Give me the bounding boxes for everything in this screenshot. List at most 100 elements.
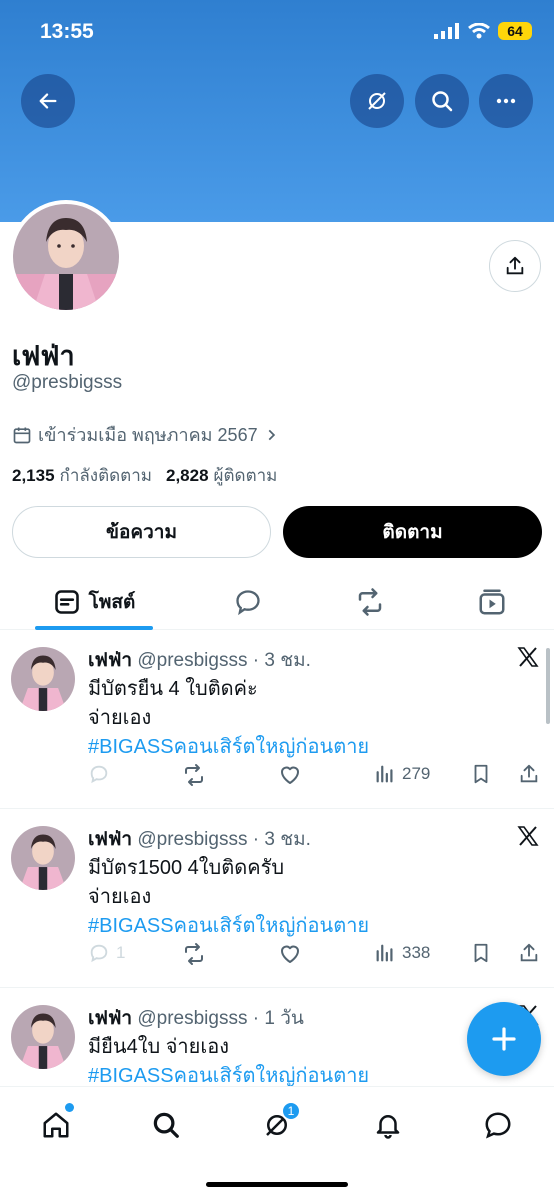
follow-stats: 2,135 กำลังติดตาม 2,828 ผู้ติดตาม	[12, 462, 277, 489]
views-button[interactable]: 338	[374, 942, 430, 964]
home-icon	[43, 1112, 69, 1138]
reply-button[interactable]	[88, 763, 116, 785]
like-button[interactable]	[278, 763, 302, 787]
active-tab-indicator	[35, 626, 153, 630]
status-icons: 64	[434, 22, 532, 40]
share-profile-button[interactable]	[489, 240, 541, 292]
bell-icon	[376, 1115, 400, 1139]
search-button[interactable]	[415, 74, 469, 128]
post-avatar[interactable]	[11, 826, 75, 890]
joined-date-text: เข้าร่วมเมือ พฤษภาคม 2567	[38, 425, 258, 445]
post-text-line: มียืน4ใบ จ่ายเอง	[88, 1036, 229, 1058]
reply-icon	[90, 944, 108, 963]
post-author-name[interactable]: เฟฟ่า	[88, 1008, 132, 1029]
home-notification-dot	[65, 1103, 74, 1112]
back-arrow-icon	[39, 93, 57, 109]
tab-posts-label: โพสต์	[88, 592, 136, 613]
repost-button[interactable]	[182, 763, 206, 787]
nav-messages[interactable]	[478, 1105, 518, 1145]
post-item[interactable]: เฟฟ่า @presbigsss · 3 ชม. มีบัตรยืน 4 ใบ…	[0, 631, 554, 809]
reply-count: 1	[116, 943, 126, 962]
following-link[interactable]: 2,135 กำลังติดตาม	[12, 462, 152, 489]
nav-home[interactable]	[36, 1103, 76, 1145]
tab-media[interactable]	[472, 574, 512, 630]
post-avatar[interactable]	[11, 647, 75, 711]
like-button[interactable]	[278, 942, 302, 966]
followers-count: 2,828	[165, 466, 209, 485]
post-item[interactable]: เฟฟ่า @presbigsss · 3 ชม. มีบัตร1500 4ใบ…	[0, 810, 554, 988]
x-logo-icon	[517, 647, 539, 667]
bookmark-icon	[474, 764, 488, 784]
more-icon	[496, 98, 516, 104]
following-count: 2,135	[12, 466, 55, 485]
post-text: มียืน4ใบ จ่ายเอง #BIGASSคอนเสิร์ตใหญ่ก่อ…	[88, 1033, 369, 1086]
replies-tab-icon	[236, 590, 260, 616]
status-bar: 13:55 64	[0, 0, 554, 64]
posts-tab-icon	[54, 590, 79, 614]
messages-icon	[485, 1112, 511, 1139]
joined-date-row[interactable]: เข้าร่วมเมือ พฤษภาคม 2567	[12, 420, 278, 449]
post-header: เฟฟ่า @presbigsss · 1 วัน	[88, 1003, 304, 1033]
battery-indicator: 64	[498, 22, 532, 40]
search-icon	[153, 1112, 179, 1138]
message-button[interactable]: ข้อความ	[12, 506, 271, 558]
like-icon	[281, 945, 299, 963]
post-author-handle[interactable]: @presbigsss	[137, 1008, 247, 1029]
bookmark-button[interactable]	[470, 942, 492, 964]
home-indicator	[206, 1182, 348, 1187]
compose-plus-icon	[492, 1027, 516, 1051]
tab-replies[interactable]	[228, 574, 268, 630]
profile-tabs: โพสต์	[0, 574, 554, 630]
reposts-tab-icon	[358, 588, 382, 616]
avatar-image	[11, 1005, 75, 1069]
post-hashtag[interactable]: #BIGASSคอนเสิร์ตใหญ่ก่อนตาย	[88, 733, 369, 762]
nav-notifications[interactable]	[368, 1105, 408, 1145]
post-author-name[interactable]: เฟฟ่า	[88, 650, 132, 671]
more-button[interactable]	[479, 74, 533, 128]
nav-search[interactable]	[146, 1105, 186, 1145]
post-author-handle[interactable]: @presbigsss	[137, 650, 247, 671]
chevron-right-icon	[268, 429, 275, 440]
bookmark-icon	[474, 943, 488, 963]
nav-communities[interactable]: 1	[257, 1101, 301, 1145]
post-time: · 3 ชม.	[252, 650, 311, 671]
tab-posts[interactable]: โพสต์	[35, 574, 153, 630]
share-button[interactable]	[518, 942, 540, 964]
post-source-logo	[516, 645, 540, 674]
grok-button[interactable]	[350, 74, 404, 128]
repost-button[interactable]	[182, 942, 206, 966]
post-header: เฟฟ่า @presbigsss · 3 ชม.	[88, 645, 311, 675]
post-text-line: จ่ายเอง	[88, 886, 152, 908]
follow-button[interactable]: ติดตาม	[283, 506, 542, 558]
views-icon	[376, 765, 393, 783]
views-count: 279	[402, 764, 431, 783]
share-icon	[520, 943, 538, 962]
post-hashtag[interactable]: #BIGASSคอนเสิร์ตใหญ่ก่อนตาย	[88, 912, 369, 941]
media-tab-icon	[479, 589, 505, 615]
followers-link[interactable]: 2,828 ผู้ติดตาม	[166, 462, 277, 489]
post-text: มีบัตร1500 4ใบติดครับ จ่ายเอง #BIGASSคอน…	[88, 854, 369, 941]
tab-reposts[interactable]	[350, 574, 390, 630]
post-author-handle[interactable]: @presbigsss	[137, 829, 247, 850]
post-avatar[interactable]	[11, 1005, 75, 1069]
views-button[interactable]: 279	[374, 763, 430, 785]
post-author-name[interactable]: เฟฟ่า	[88, 829, 132, 850]
views-count: 338	[402, 943, 431, 962]
wifi-icon	[468, 23, 490, 39]
post-text-line: จ่ายเอง	[88, 707, 152, 729]
compose-button[interactable]	[467, 1002, 541, 1076]
like-icon	[281, 766, 299, 784]
reply-button[interactable]: 1	[88, 942, 125, 964]
views-icon	[376, 944, 393, 962]
status-time: 13:55	[40, 20, 94, 43]
post-text-line: มีบัตร1500 4ใบติดครับ	[88, 857, 285, 879]
post-time: · 1 วัน	[252, 1008, 304, 1029]
post-text: มีบัตรยืน 4 ใบติดค่ะ จ่ายเอง #BIGASSคอนเ…	[88, 675, 369, 762]
post-hashtag[interactable]: #BIGASSคอนเสิร์ตใหญ่ก่อนตาย	[88, 1062, 369, 1086]
grok-icon	[368, 92, 386, 110]
profile-avatar[interactable]	[9, 200, 123, 314]
share-button[interactable]	[518, 763, 540, 785]
back-button[interactable]	[21, 74, 75, 128]
calendar-icon	[13, 427, 31, 443]
bookmark-button[interactable]	[470, 763, 492, 785]
